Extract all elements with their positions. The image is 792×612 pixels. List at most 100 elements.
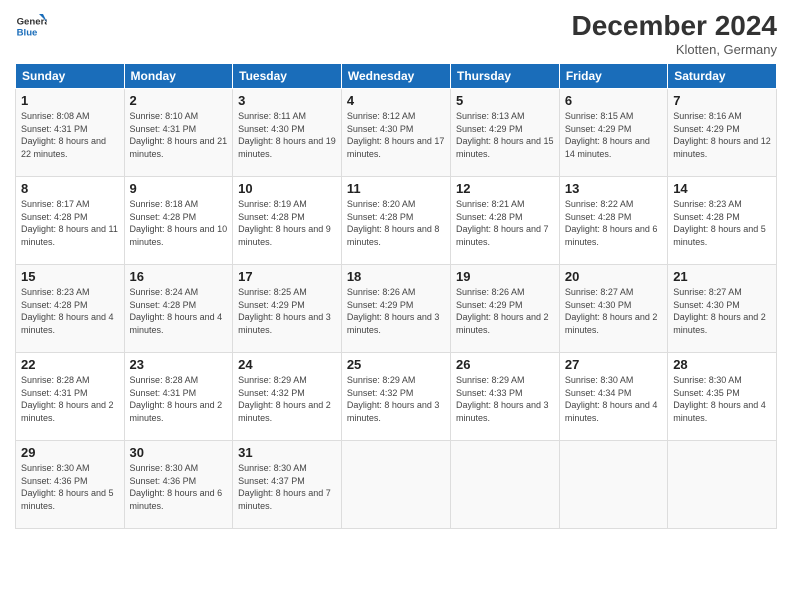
day-info: Sunrise: 8:27 AM Sunset: 4:30 PM Dayligh…: [565, 286, 662, 336]
day-info: Sunrise: 8:22 AM Sunset: 4:28 PM Dayligh…: [565, 198, 662, 248]
day-number: 2: [130, 93, 228, 108]
day-number: 14: [673, 181, 771, 196]
day-info: Sunrise: 8:24 AM Sunset: 4:28 PM Dayligh…: [130, 286, 228, 336]
day-info: Sunrise: 8:26 AM Sunset: 4:29 PM Dayligh…: [347, 286, 445, 336]
day-info: Sunrise: 8:20 AM Sunset: 4:28 PM Dayligh…: [347, 198, 445, 248]
table-row: 24 Sunrise: 8:29 AM Sunset: 4:32 PM Dayli…: [233, 353, 342, 441]
day-number: 23: [130, 357, 228, 372]
day-info: Sunrise: 8:08 AM Sunset: 4:31 PM Dayligh…: [21, 110, 119, 160]
table-row: 15 Sunrise: 8:23 AM Sunset: 4:28 PM Dayli…: [16, 265, 125, 353]
calendar-week-row: 15 Sunrise: 8:23 AM Sunset: 4:28 PM Dayli…: [16, 265, 777, 353]
col-thursday: Thursday: [451, 64, 560, 89]
day-info: Sunrise: 8:12 AM Sunset: 4:30 PM Dayligh…: [347, 110, 445, 160]
table-row: 25 Sunrise: 8:29 AM Sunset: 4:32 PM Dayli…: [341, 353, 450, 441]
day-info: Sunrise: 8:16 AM Sunset: 4:29 PM Dayligh…: [673, 110, 771, 160]
day-number: 27: [565, 357, 662, 372]
day-info: Sunrise: 8:18 AM Sunset: 4:28 PM Dayligh…: [130, 198, 228, 248]
day-info: Sunrise: 8:10 AM Sunset: 4:31 PM Dayligh…: [130, 110, 228, 160]
table-row: 2 Sunrise: 8:10 AM Sunset: 4:31 PM Daylig…: [124, 89, 233, 177]
day-info: Sunrise: 8:25 AM Sunset: 4:29 PM Dayligh…: [238, 286, 336, 336]
day-number: 9: [130, 181, 228, 196]
day-info: Sunrise: 8:30 AM Sunset: 4:35 PM Dayligh…: [673, 374, 771, 424]
col-friday: Friday: [559, 64, 667, 89]
day-number: 3: [238, 93, 336, 108]
day-number: 11: [347, 181, 445, 196]
calendar-table: Sunday Monday Tuesday Wednesday Thursday…: [15, 63, 777, 529]
table-row: 11 Sunrise: 8:20 AM Sunset: 4:28 PM Dayli…: [341, 177, 450, 265]
day-info: Sunrise: 8:30 AM Sunset: 4:36 PM Dayligh…: [21, 462, 119, 512]
day-number: 31: [238, 445, 336, 460]
table-row: [451, 441, 560, 529]
table-row: 30 Sunrise: 8:30 AM Sunset: 4:36 PM Dayli…: [124, 441, 233, 529]
svg-text:General: General: [17, 16, 47, 27]
table-row: 27 Sunrise: 8:30 AM Sunset: 4:34 PM Dayli…: [559, 353, 667, 441]
day-info: Sunrise: 8:26 AM Sunset: 4:29 PM Dayligh…: [456, 286, 554, 336]
table-row: 13Sunrise: 8:22 AM Sunset: 4:28 PM Dayli…: [559, 177, 667, 265]
table-row: 7 Sunrise: 8:16 AM Sunset: 4:29 PM Daylig…: [668, 89, 777, 177]
day-info: Sunrise: 8:30 AM Sunset: 4:37 PM Dayligh…: [238, 462, 336, 512]
calendar-week-row: 22 Sunrise: 8:28 AM Sunset: 4:31 PM Dayli…: [16, 353, 777, 441]
table-row: 28Sunrise: 8:30 AM Sunset: 4:35 PM Dayli…: [668, 353, 777, 441]
day-number: 20: [565, 269, 662, 284]
table-row: 1 Sunrise: 8:08 AM Sunset: 4:31 PM Daylig…: [16, 89, 125, 177]
col-saturday: Saturday: [668, 64, 777, 89]
day-info: Sunrise: 8:23 AM Sunset: 4:28 PM Dayligh…: [673, 198, 771, 248]
col-sunday: Sunday: [16, 64, 125, 89]
table-row: 16 Sunrise: 8:24 AM Sunset: 4:28 PM Dayli…: [124, 265, 233, 353]
day-number: 10: [238, 181, 336, 196]
table-row: 12 Sunrise: 8:21 AM Sunset: 4:28 PM Dayli…: [451, 177, 560, 265]
day-info: Sunrise: 8:30 AM Sunset: 4:34 PM Dayligh…: [565, 374, 662, 424]
day-number: 7: [673, 93, 771, 108]
day-info: Sunrise: 8:15 AM Sunset: 4:29 PM Dayligh…: [565, 110, 662, 160]
logo-icon: General Blue: [15, 10, 47, 42]
table-row: 4 Sunrise: 8:12 AM Sunset: 4:30 PM Daylig…: [341, 89, 450, 177]
table-row: 8 Sunrise: 8:17 AM Sunset: 4:28 PM Daylig…: [16, 177, 125, 265]
day-number: 18: [347, 269, 445, 284]
day-info: Sunrise: 8:27 AM Sunset: 4:30 PM Dayligh…: [673, 286, 771, 336]
table-row: [668, 441, 777, 529]
table-row: 3Sunrise: 8:11 AM Sunset: 4:30 PM Daylig…: [233, 89, 342, 177]
svg-text:Blue: Blue: [17, 28, 38, 39]
day-info: Sunrise: 8:21 AM Sunset: 4:28 PM Dayligh…: [456, 198, 554, 248]
day-info: Sunrise: 8:29 AM Sunset: 4:32 PM Dayligh…: [238, 374, 336, 424]
day-info: Sunrise: 8:29 AM Sunset: 4:33 PM Dayligh…: [456, 374, 554, 424]
table-row: 20 Sunrise: 8:27 AM Sunset: 4:30 PM Dayli…: [559, 265, 667, 353]
table-row: 5 Sunrise: 8:13 AM Sunset: 4:29 PM Daylig…: [451, 89, 560, 177]
day-number: 22: [21, 357, 119, 372]
day-number: 5: [456, 93, 554, 108]
calendar-week-row: 29 Sunrise: 8:30 AM Sunset: 4:36 PM Dayli…: [16, 441, 777, 529]
day-info: Sunrise: 8:17 AM Sunset: 4:28 PM Dayligh…: [21, 198, 119, 248]
day-number: 26: [456, 357, 554, 372]
table-row: 14 Sunrise: 8:23 AM Sunset: 4:28 PM Dayli…: [668, 177, 777, 265]
day-info: Sunrise: 8:29 AM Sunset: 4:32 PM Dayligh…: [347, 374, 445, 424]
calendar-week-row: 1 Sunrise: 8:08 AM Sunset: 4:31 PM Daylig…: [16, 89, 777, 177]
day-number: 8: [21, 181, 119, 196]
table-row: 10Sunrise: 8:19 AM Sunset: 4:28 PM Dayli…: [233, 177, 342, 265]
table-row: 6 Sunrise: 8:15 AM Sunset: 4:29 PM Daylig…: [559, 89, 667, 177]
day-info: Sunrise: 8:23 AM Sunset: 4:28 PM Dayligh…: [21, 286, 119, 336]
day-number: 12: [456, 181, 554, 196]
day-number: 6: [565, 93, 662, 108]
day-number: 29: [21, 445, 119, 460]
day-number: 19: [456, 269, 554, 284]
col-tuesday: Tuesday: [233, 64, 342, 89]
table-row: 26 Sunrise: 8:29 AM Sunset: 4:33 PM Dayli…: [451, 353, 560, 441]
day-number: 30: [130, 445, 228, 460]
calendar-week-row: 8 Sunrise: 8:17 AM Sunset: 4:28 PM Daylig…: [16, 177, 777, 265]
day-info: Sunrise: 8:28 AM Sunset: 4:31 PM Dayligh…: [21, 374, 119, 424]
table-row: [559, 441, 667, 529]
day-number: 1: [21, 93, 119, 108]
day-number: 24: [238, 357, 336, 372]
table-row: 17Sunrise: 8:25 AM Sunset: 4:29 PM Dayli…: [233, 265, 342, 353]
day-number: 16: [130, 269, 228, 284]
day-number: 21: [673, 269, 771, 284]
location-subtitle: Klotten, Germany: [572, 42, 777, 57]
table-row: 29 Sunrise: 8:30 AM Sunset: 4:36 PM Dayli…: [16, 441, 125, 529]
table-row: 31 Sunrise: 8:30 AM Sunset: 4:37 PM Dayli…: [233, 441, 342, 529]
day-info: Sunrise: 8:30 AM Sunset: 4:36 PM Dayligh…: [130, 462, 228, 512]
day-number: 4: [347, 93, 445, 108]
table-row: 22 Sunrise: 8:28 AM Sunset: 4:31 PM Dayli…: [16, 353, 125, 441]
day-number: 15: [21, 269, 119, 284]
day-number: 25: [347, 357, 445, 372]
day-info: Sunrise: 8:13 AM Sunset: 4:29 PM Dayligh…: [456, 110, 554, 160]
